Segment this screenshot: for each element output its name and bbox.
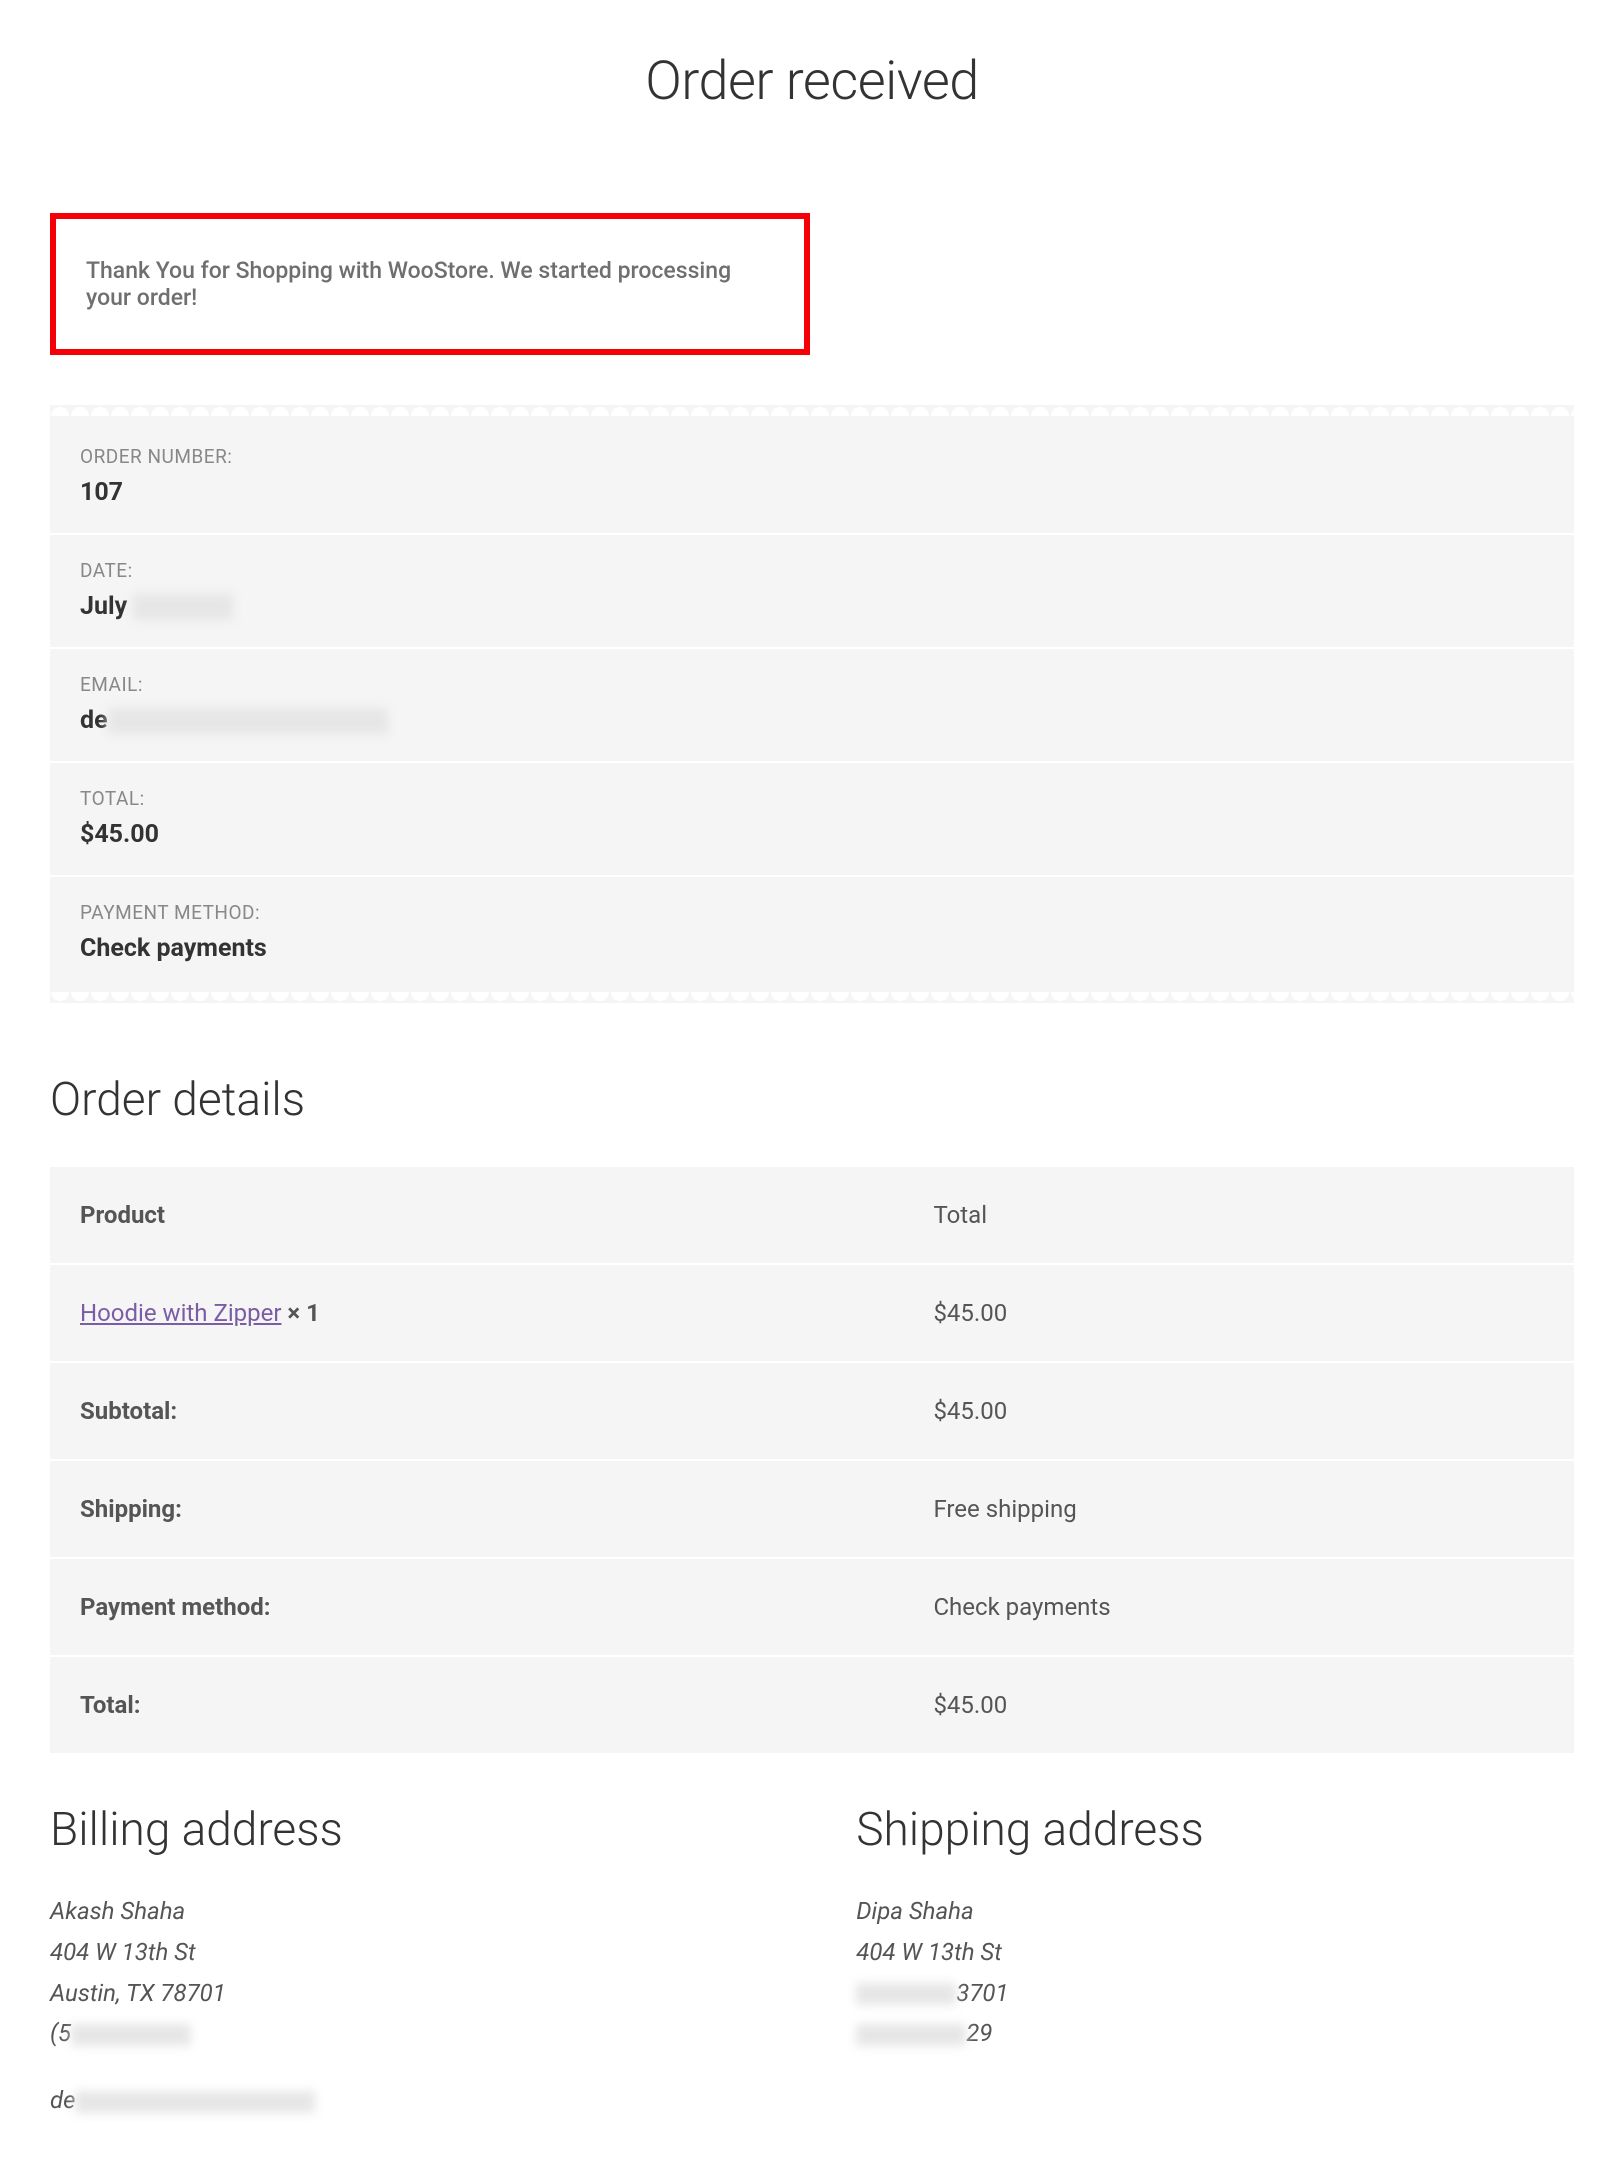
row-value: $45.00: [903, 1656, 1574, 1753]
product-total: $45.00: [903, 1264, 1574, 1362]
shipping-extra: 29: [856, 2013, 1572, 2054]
product-cell: Hoodie with Zipper × 1: [50, 1264, 903, 1362]
row-label: Payment method:: [50, 1558, 903, 1656]
billing-name: Akash Shaha: [50, 1891, 766, 1932]
shipping-name: Dipa Shaha: [856, 1891, 1572, 1932]
row-value: $45.00: [903, 1362, 1574, 1460]
col-product: Product: [50, 1167, 903, 1264]
order-details-heading: Order details: [50, 1073, 1574, 1127]
email-prefix: de: [80, 706, 108, 735]
order-received-page: Order received Thank You for Shopping wi…: [0, 0, 1624, 2181]
shipping-address-column: Shipping address Dipa Shaha 404 W 13th S…: [856, 1803, 1572, 2121]
table-header-row: Product Total: [50, 1167, 1574, 1264]
overview-value: de: [80, 706, 1544, 735]
overview-order-number: ORDER NUMBER: 107: [50, 405, 1574, 535]
addresses-section: Billing address Akash Shaha 404 W 13th S…: [50, 1803, 1574, 2121]
billing-city: Austin, TX 78701: [50, 1973, 766, 2014]
overview-value: 107: [80, 478, 1544, 507]
overview-value: July: [80, 592, 1544, 621]
billing-phone: (5: [50, 2013, 766, 2054]
row-value: Free shipping: [903, 1460, 1574, 1558]
row-label: Subtotal:: [50, 1362, 903, 1460]
overview-payment-method: PAYMENT METHOD: Check payments: [50, 877, 1574, 1003]
billing-address-block: Akash Shaha 404 W 13th St Austin, TX 787…: [50, 1891, 766, 2121]
redacted-extra: [856, 2024, 966, 2046]
overview-label: ORDER NUMBER:: [80, 445, 1544, 468]
order-overview: ORDER NUMBER: 107 DATE: July EMAIL: de T…: [50, 405, 1574, 1003]
redacted-email: [108, 708, 388, 734]
overview-label: DATE:: [80, 559, 1544, 582]
overview-label: EMAIL:: [80, 673, 1544, 696]
row-label: Shipping:: [50, 1460, 903, 1558]
thank-you-message-box: Thank You for Shopping with WooStore. We…: [50, 213, 810, 355]
overview-value: Check payments: [80, 934, 1544, 963]
order-details-table: Product Total Hoodie with Zipper × 1 $45…: [50, 1167, 1574, 1753]
table-row: Subtotal: $45.00: [50, 1362, 1574, 1460]
overview-label: PAYMENT METHOD:: [80, 901, 1544, 924]
thank-you-text: Thank You for Shopping with WooStore. We…: [86, 257, 774, 311]
overview-value: $45.00: [80, 820, 1544, 849]
date-prefix: July: [80, 592, 133, 621]
product-link[interactable]: Hoodie with Zipper: [80, 1299, 281, 1327]
overview-date: DATE: July: [50, 535, 1574, 649]
table-row: Payment method: Check payments: [50, 1558, 1574, 1656]
table-row: Total: $45.00: [50, 1656, 1574, 1753]
billing-email: de: [50, 2080, 766, 2121]
redacted-city: [856, 1983, 956, 2005]
row-value: Check payments: [903, 1558, 1574, 1656]
table-row: Hoodie with Zipper × 1 $45.00: [50, 1264, 1574, 1362]
shipping-city: 3701: [856, 1973, 1572, 2014]
redacted-email: [75, 2091, 315, 2113]
email-prefix: de: [50, 2086, 75, 2114]
billing-address-column: Billing address Akash Shaha 404 W 13th S…: [50, 1803, 766, 2121]
overview-total: TOTAL: $45.00: [50, 763, 1574, 877]
table-row: Shipping: Free shipping: [50, 1460, 1574, 1558]
city-suffix: 3701: [956, 1979, 1008, 2007]
product-qty: × 1: [281, 1299, 319, 1327]
page-title: Order received: [50, 50, 1574, 113]
billing-address-heading: Billing address: [50, 1803, 766, 1857]
shipping-address-heading: Shipping address: [856, 1803, 1572, 1857]
phone-prefix: (5: [50, 2019, 71, 2047]
col-total: Total: [903, 1167, 1574, 1264]
overview-label: TOTAL:: [80, 787, 1544, 810]
shipping-street: 404 W 13th St: [856, 1932, 1572, 1973]
redacted-phone: [71, 2024, 191, 2046]
extra-suffix: 29: [966, 2019, 992, 2047]
overview-email: EMAIL: de: [50, 649, 1574, 763]
shipping-address-block: Dipa Shaha 404 W 13th St 3701 29: [856, 1891, 1572, 2054]
row-label: Total:: [50, 1656, 903, 1753]
billing-street: 404 W 13th St: [50, 1932, 766, 1973]
redacted-date: [133, 594, 233, 620]
